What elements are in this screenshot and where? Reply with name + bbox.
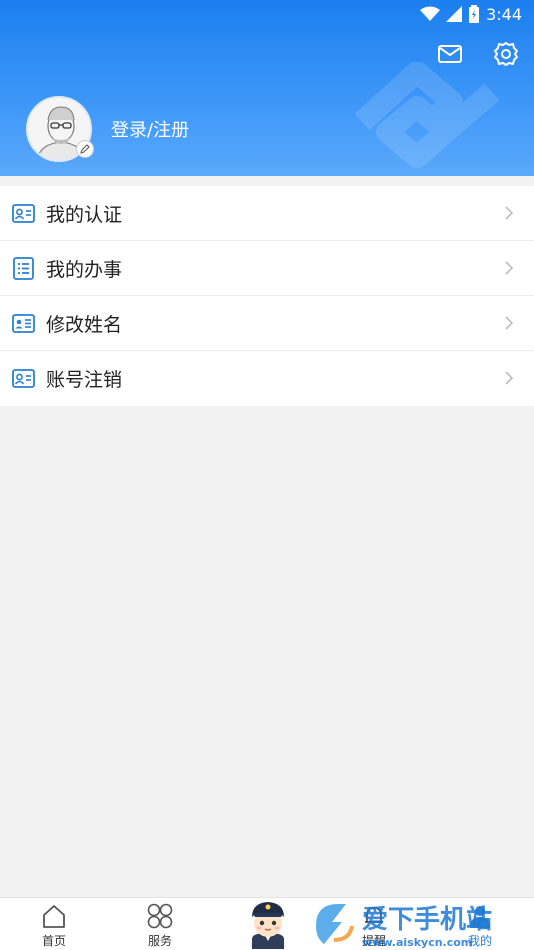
login-register-link[interactable]: 登录/注册 bbox=[111, 116, 189, 142]
watermark-url: www.aiskycn.com bbox=[362, 936, 472, 949]
home-icon bbox=[43, 905, 65, 928]
watermark-text: 爱下手机站 bbox=[362, 905, 492, 935]
menu-item-change-name[interactable]: 修改姓名 bbox=[0, 296, 534, 351]
chevron-right-icon bbox=[505, 316, 514, 330]
login-area[interactable]: 登录/注册 bbox=[26, 96, 189, 162]
chevron-right-icon bbox=[505, 206, 514, 220]
tab-label: 首页 bbox=[41, 934, 66, 948]
chevron-right-icon bbox=[505, 371, 514, 385]
name-card-icon bbox=[12, 313, 35, 333]
status-time: 3:44 bbox=[486, 4, 522, 24]
battery-icon bbox=[469, 5, 480, 23]
menu-item-label: 我的办事 bbox=[46, 258, 123, 281]
menu-item-label: 我的认证 bbox=[46, 203, 123, 226]
mail-icon[interactable] bbox=[436, 40, 464, 68]
account-card-icon bbox=[12, 369, 35, 388]
grid-icon bbox=[147, 903, 173, 929]
chevron-right-icon bbox=[505, 261, 514, 275]
menu-item-label: 修改姓名 bbox=[46, 313, 123, 336]
tab-home[interactable]: 首页 bbox=[14, 898, 94, 950]
menu-item-cancel-account[interactable]: 账号注销 bbox=[0, 351, 534, 406]
status-bar: 3:44 bbox=[420, 2, 522, 26]
edit-avatar-icon[interactable] bbox=[76, 140, 94, 158]
tab-services[interactable]: 服务 bbox=[120, 898, 200, 950]
header-watermark-logo bbox=[354, 62, 500, 168]
settings-icon[interactable] bbox=[492, 40, 520, 68]
signal-icon bbox=[446, 6, 463, 22]
police-mascot-icon[interactable] bbox=[242, 897, 294, 949]
menu-item-label: 账号注销 bbox=[46, 369, 123, 391]
wifi-icon bbox=[420, 6, 441, 21]
id-card-icon bbox=[12, 203, 35, 223]
menu-item-my-affairs[interactable]: 我的办事 bbox=[0, 241, 534, 296]
menu-item-my-certification[interactable]: 我的认证 bbox=[0, 186, 534, 241]
tab-label: 服务 bbox=[147, 934, 172, 948]
profile-menu: 我的认证 我的办事 修改姓名 账号注销 bbox=[0, 186, 534, 406]
site-watermark: 爱下手机站 www.aiskycn.com bbox=[316, 904, 492, 949]
list-icon bbox=[13, 256, 34, 280]
